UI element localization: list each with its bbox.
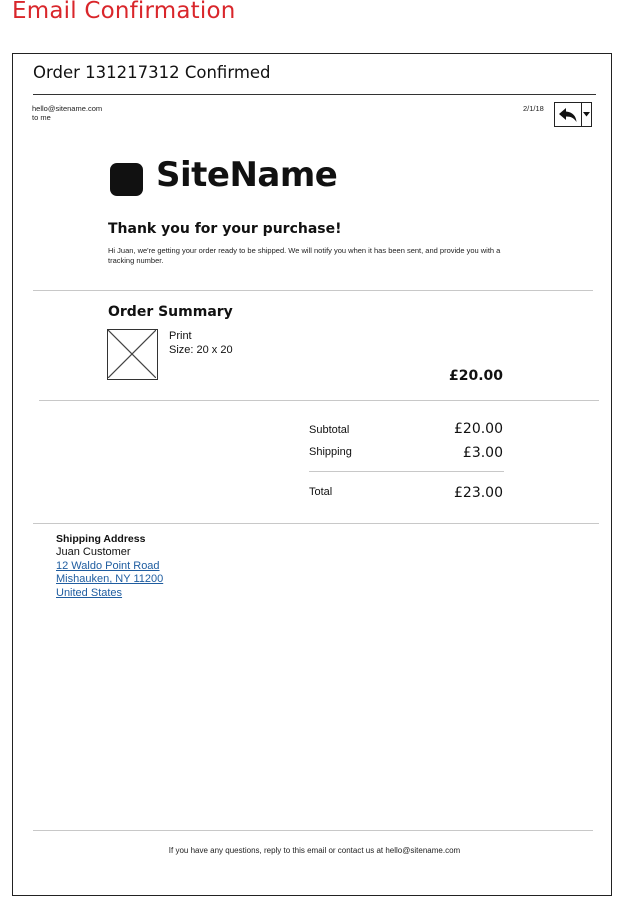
email-sender: hello@sitename.com to me <box>32 104 102 122</box>
sender-address: hello@sitename.com <box>32 104 103 113</box>
brand-name: SiteName <box>156 155 338 195</box>
product-name: Print <box>169 330 192 342</box>
product-thumbnail <box>107 329 158 380</box>
shipping-name: Juan Customer <box>56 546 131 558</box>
brand-logo-icon <box>110 163 143 196</box>
subtotal-label: Subtotal <box>309 424 350 436</box>
product-price: £20.00 <box>448 368 503 384</box>
email-window: Order 131217312 Confirmed hello@sitename… <box>12 53 612 896</box>
shipping-street-link[interactable]: 12 Waldo Point Road <box>56 560 160 572</box>
product-size: Size: 20 x 20 <box>169 344 233 356</box>
thank-you-heading: Thank you for your purchase! <box>108 221 342 237</box>
shipping-country-link[interactable]: United States <box>56 587 122 599</box>
reply-button-group <box>554 102 592 127</box>
footer-text: If you have any questions, reply to this… <box>168 846 461 855</box>
shipping-value: £3.00 <box>462 445 503 461</box>
email-date: 2/1/18 <box>523 104 544 113</box>
reply-icon <box>559 107 577 122</box>
subject-divider <box>33 94 596 95</box>
total-label: Total <box>309 486 333 498</box>
section-divider <box>33 523 599 524</box>
subtotal-value: £20.00 <box>454 421 503 437</box>
recipient-label: to me <box>32 113 51 122</box>
shipping-city-link[interactable]: Mishauken, NY 11200 <box>56 573 163 585</box>
page-heading: Email Confirmation <box>12 0 236 24</box>
totals-divider <box>309 471 504 472</box>
shipping-label: Shipping <box>309 446 352 458</box>
intro-text: Hi Juan, we're getting your order ready … <box>108 246 501 265</box>
order-summary-title: Order Summary <box>108 304 233 320</box>
total-value: £23.00 <box>454 485 503 501</box>
section-divider <box>39 400 599 401</box>
email-subject: Order 131217312 Confirmed <box>33 63 271 82</box>
image-placeholder-icon <box>108 330 156 378</box>
shipping-address-title: Shipping Address <box>56 533 146 545</box>
section-divider <box>33 290 593 291</box>
reply-options-button[interactable] <box>582 103 591 126</box>
footer-divider <box>33 830 593 831</box>
reply-button[interactable] <box>555 103 582 126</box>
chevron-down-icon <box>583 112 590 117</box>
